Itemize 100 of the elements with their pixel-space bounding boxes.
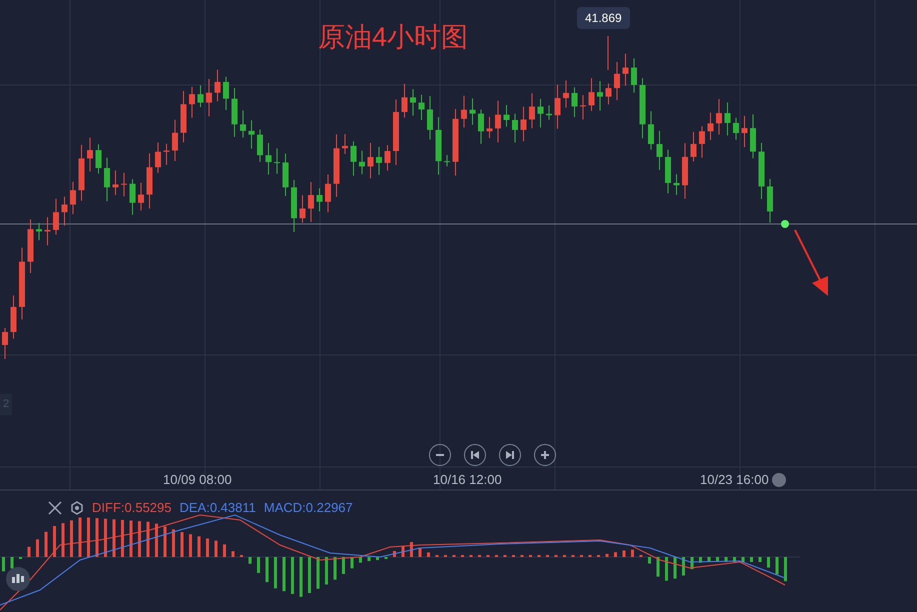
close-icon[interactable] — [48, 500, 62, 515]
candlestick — [112, 170, 118, 196]
histogram-bar — [699, 557, 702, 563]
scroll-handle[interactable] — [772, 473, 786, 487]
axis-label: 10/23 16:00 — [700, 473, 769, 486]
candlestick — [282, 153, 288, 197]
settings-icon[interactable] — [70, 500, 84, 515]
candlestick — [138, 182, 144, 212]
histogram-bar — [214, 540, 218, 557]
histogram-bar — [112, 519, 116, 557]
candlestick — [724, 102, 730, 136]
candlestick — [189, 86, 195, 118]
histogram-bar — [742, 557, 744, 562]
zoom-out-button[interactable] — [429, 444, 451, 466]
histogram-bar — [334, 557, 336, 580]
forward-button[interactable] — [499, 444, 521, 466]
candlestick — [368, 142, 374, 179]
histogram-bar — [724, 557, 728, 562]
candlestick — [87, 137, 93, 172]
histogram-bar — [164, 526, 166, 557]
histogram-bar — [198, 536, 200, 557]
candlestick — [597, 80, 603, 112]
candlestick — [529, 92, 535, 129]
candlestick — [393, 99, 399, 166]
candlestick — [767, 178, 773, 224]
histogram-bar — [266, 557, 268, 582]
chart-title: 原油4小时图 — [318, 24, 468, 51]
axis-label: 10/09 08:00 — [163, 473, 232, 486]
candlestick — [223, 76, 229, 110]
candlestick — [631, 58, 637, 94]
candlestick — [427, 96, 433, 140]
candlestick — [495, 100, 501, 143]
candlestick — [257, 129, 263, 162]
candlestick — [172, 119, 178, 162]
histogram-bar — [28, 546, 30, 557]
candlestick — [146, 152, 152, 210]
indicator-value: DEA:0.43811 — [180, 499, 256, 517]
candlestick — [325, 174, 331, 213]
candlestick — [572, 86, 578, 118]
candlestick — [614, 61, 620, 101]
candlestick — [384, 144, 390, 172]
histogram-bar — [418, 548, 422, 557]
candlestick — [444, 154, 450, 167]
candlestick — [240, 110, 246, 138]
candlestick — [750, 114, 756, 159]
histogram-bar — [146, 522, 150, 557]
candlestick — [606, 82, 612, 105]
current-price-dot — [781, 220, 789, 228]
candlestick — [206, 78, 212, 117]
candlestick — [648, 110, 654, 150]
indicator-value: DIFF:0.55295 — [92, 499, 172, 517]
candlestick — [308, 182, 314, 223]
candlestick — [452, 108, 458, 176]
candlestick — [733, 117, 739, 140]
rewind-button[interactable] — [464, 444, 486, 466]
histogram-bar — [130, 520, 132, 557]
candlestick — [504, 104, 510, 128]
histogram-bar — [316, 557, 320, 589]
candlestick — [316, 188, 322, 212]
histogram-bar — [78, 518, 82, 557]
candlestick — [402, 83, 408, 118]
histogram-bar — [96, 518, 98, 557]
histogram-bar — [121, 520, 124, 557]
candlestick — [214, 69, 220, 102]
candlestick — [96, 144, 102, 174]
candlestick — [486, 116, 492, 139]
chart-type-button[interactable] — [6, 567, 30, 591]
candlestick — [690, 131, 696, 162]
plus-icon — [540, 450, 550, 460]
candlestick — [130, 178, 136, 216]
candlestick — [70, 181, 76, 215]
candlestick — [155, 142, 161, 174]
candlestick — [44, 216, 50, 246]
candlestick — [538, 98, 544, 128]
candlestick — [300, 194, 306, 224]
candlestick — [232, 88, 238, 138]
candlestick — [580, 94, 586, 120]
histogram-bar — [682, 557, 685, 576]
zoom-in-button[interactable] — [534, 444, 556, 466]
histogram-bar — [282, 557, 286, 592]
candlestick — [512, 113, 518, 144]
histogram-bar — [614, 552, 617, 557]
histogram-bar — [62, 523, 64, 557]
candlestick — [291, 180, 297, 232]
histogram-bar — [53, 526, 56, 557]
histogram-bar — [690, 557, 694, 570]
axis-label: 10/16 12:00 — [433, 473, 502, 486]
histogram-bar — [350, 557, 354, 568]
histogram-bar — [232, 551, 234, 557]
candlestick — [665, 149, 671, 194]
candlestick — [342, 134, 348, 154]
histogram-bar — [665, 557, 668, 581]
histogram-bar — [223, 544, 226, 557]
histogram-bar — [733, 557, 736, 562]
indicator-value: MACD:0.22967 — [264, 499, 353, 517]
candlestick — [563, 80, 569, 108]
candlestick — [674, 174, 680, 196]
candlestick — [708, 112, 714, 140]
candlestick — [248, 120, 254, 150]
histogram-bar — [427, 552, 430, 557]
